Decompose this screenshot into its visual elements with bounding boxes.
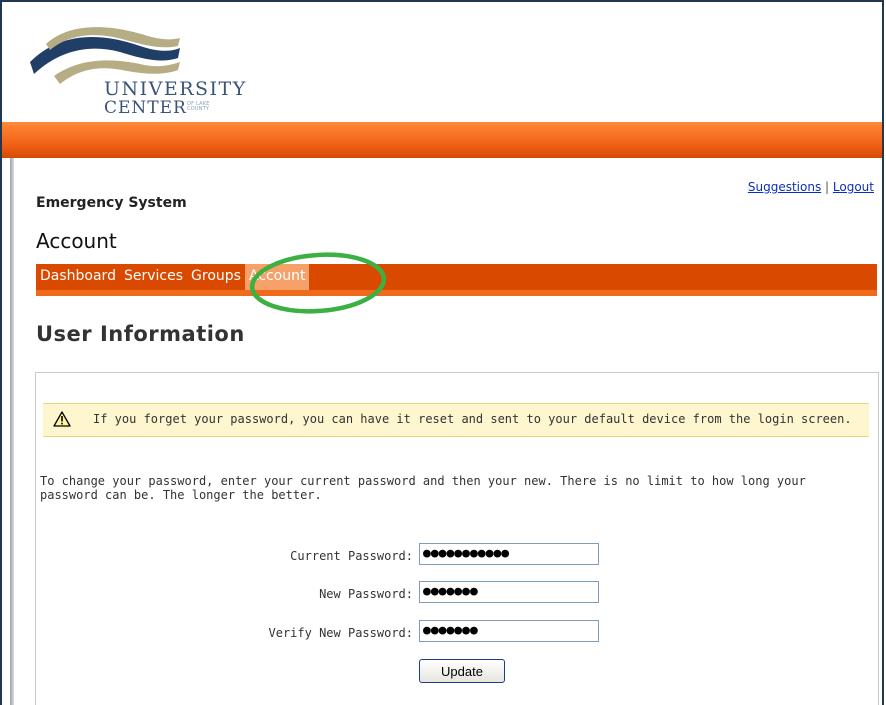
top-links: Suggestions | Logout bbox=[748, 180, 874, 194]
logo-text-university: UNIVERSITY bbox=[104, 78, 247, 100]
logout-link[interactable]: Logout bbox=[833, 180, 874, 194]
header-orange-band bbox=[2, 122, 882, 158]
current-password-label: Current Password: bbox=[290, 549, 413, 563]
warning-text: If you forget your password, you can hav… bbox=[93, 412, 852, 426]
suggestions-link[interactable]: Suggestions bbox=[748, 180, 821, 194]
nav-tab-dashboard[interactable]: Dashboard bbox=[36, 264, 120, 290]
system-title: Emergency System bbox=[36, 195, 187, 211]
left-rail-divider bbox=[10, 158, 14, 705]
password-reset-warning: If you forget your password, you can hav… bbox=[43, 403, 869, 437]
nav-tab-services[interactable]: Services bbox=[120, 264, 187, 290]
section-title: Account bbox=[36, 229, 117, 253]
warning-triangle-icon bbox=[53, 411, 71, 427]
update-button[interactable]: Update bbox=[419, 659, 505, 683]
verify-password-label: Verify New Password: bbox=[268, 626, 414, 640]
password-instructions: To change your password, enter your curr… bbox=[40, 474, 806, 502]
logo-text-center: CENTER bbox=[104, 98, 187, 118]
new-password-input[interactable]: ●●●●●●● bbox=[419, 581, 599, 603]
nav-tab-groups[interactable]: Groups bbox=[187, 264, 245, 290]
browser-frame: UNIVERSITY CENTER OF LAKE COUNTY Suggest… bbox=[0, 0, 884, 705]
top-links-separator: | bbox=[825, 180, 830, 194]
header-logo-area: UNIVERSITY CENTER OF LAKE COUNTY bbox=[8, 4, 868, 122]
page-heading: User Information bbox=[36, 322, 245, 346]
user-information-panel: If you forget your password, you can hav… bbox=[35, 372, 879, 705]
new-password-label: New Password: bbox=[319, 587, 413, 601]
current-password-input[interactable]: ●●●●●●●●●●● bbox=[419, 543, 599, 565]
main-nav-bar: Dashboard Services Groups Account bbox=[36, 264, 877, 296]
green-highlight-ring-annotation bbox=[249, 252, 387, 314]
logo-text-lake-county: OF LAKE COUNTY bbox=[187, 101, 210, 112]
nav-bar-lower-strip bbox=[36, 290, 877, 296]
verify-password-input[interactable]: ●●●●●●● bbox=[419, 620, 599, 642]
